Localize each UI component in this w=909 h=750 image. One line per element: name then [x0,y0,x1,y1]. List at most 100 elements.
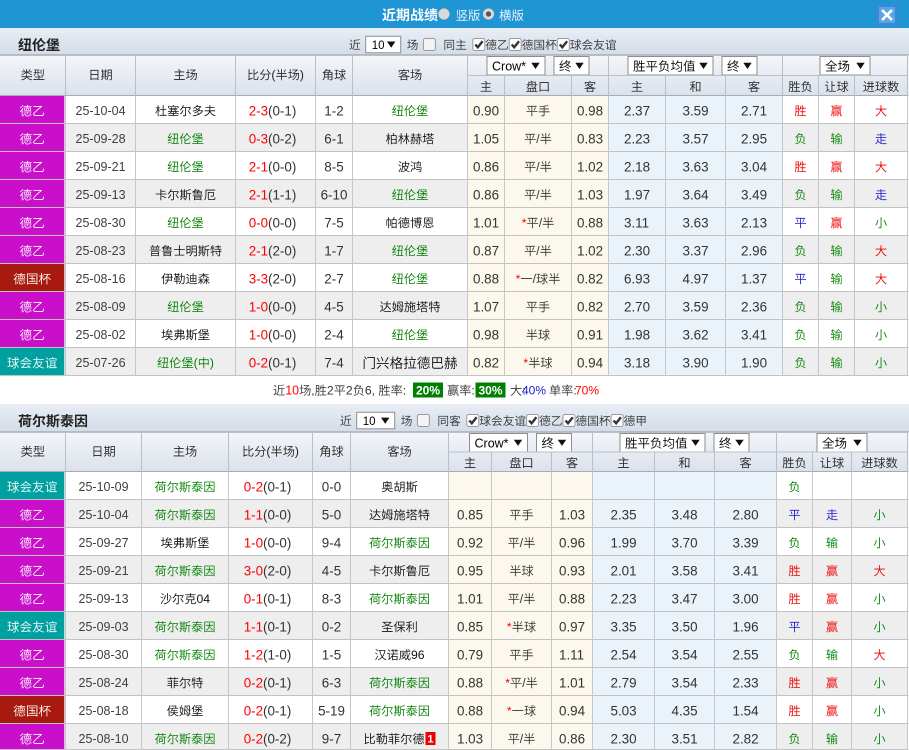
svg-text:2.30: 2.30 [611,732,637,747]
svg-text:3.41: 3.41 [733,564,759,579]
svg-text:1.01: 1.01 [559,676,585,691]
svg-text:/: / [536,160,540,174]
svg-text:(0-0): (0-0) [268,328,296,343]
svg-text:0-0: 0-0 [322,480,341,495]
svg-text:0.85: 0.85 [457,508,483,523]
svg-text:2-3: 2-3 [249,104,268,119]
svg-text:1.05: 1.05 [473,132,499,147]
svg-text:25-08-24: 25-08-24 [79,676,129,690]
svg-text:2.36: 2.36 [741,300,767,315]
svg-text:40%: 40% [522,384,546,398]
svg-text:/: / [536,188,540,202]
svg-text:1.03: 1.03 [559,508,585,523]
svg-text:3.63: 3.63 [683,160,709,175]
svg-text:2.23: 2.23 [624,132,650,147]
svg-text:10: 10 [285,384,299,398]
svg-text:3.50: 3.50 [672,620,698,635]
svg-text:2.18: 2.18 [624,160,650,175]
svg-text:1.98: 1.98 [624,328,650,343]
svg-text:20%: 20% [416,384,440,398]
svg-text:25-09-21: 25-09-21 [76,160,126,174]
svg-text:25-08-10: 25-08-10 [79,732,129,746]
svg-text:9-7: 9-7 [322,732,341,747]
svg-text:3.35: 3.35 [611,620,637,635]
svg-text:1-5: 1-5 [322,648,341,663]
svg-text:0.88: 0.88 [577,216,603,231]
svg-text:25-07-26: 25-07-26 [76,356,126,370]
svg-text:6-3: 6-3 [322,676,341,691]
svg-text:1.02: 1.02 [577,244,603,259]
svg-text:1.01: 1.01 [457,592,483,607]
svg-text:2-7: 2-7 [324,272,343,287]
svg-text:0-1: 0-1 [244,592,263,607]
svg-text:3-3: 3-3 [249,272,268,287]
svg-text:2: 2 [346,384,353,398]
svg-text:0.88: 0.88 [473,272,499,287]
svg-text:6,: 6, [365,384,375,398]
svg-text:3.58: 3.58 [672,564,698,579]
svg-text:0-2: 0-2 [249,356,268,371]
svg-text:1: 1 [427,734,433,746]
svg-text:1.99: 1.99 [611,536,637,551]
svg-text:1-1: 1-1 [244,508,263,523]
svg-text:3.70: 3.70 [672,536,698,551]
svg-text:3.59: 3.59 [683,300,709,315]
svg-text:0-2: 0-2 [244,704,263,719]
svg-text:3.64: 3.64 [683,188,710,203]
svg-text:1-2: 1-2 [324,104,343,119]
svg-text:3.04: 3.04 [741,160,768,175]
svg-text:*: * [523,356,528,370]
svg-text:): ) [300,68,304,82]
svg-text:2.95: 2.95 [741,132,767,147]
svg-text:Crow*: Crow* [475,436,509,450]
svg-text:25-08-30: 25-08-30 [76,216,126,230]
svg-text:0.88: 0.88 [559,592,585,607]
svg-text:2.70: 2.70 [624,300,650,315]
svg-text:3.51: 3.51 [672,732,698,747]
svg-text:25-09-27: 25-09-27 [79,536,129,550]
svg-text:0.94: 0.94 [559,704,586,719]
svg-text:5.03: 5.03 [611,704,637,719]
svg-text:3.49: 3.49 [741,188,767,203]
svg-text:1.03: 1.03 [457,732,483,747]
svg-text:(0-1): (0-1) [263,676,291,691]
svg-text:(2-0): (2-0) [268,272,296,287]
svg-text:25-09-13: 25-09-13 [76,188,126,202]
svg-text:*: * [507,704,512,718]
svg-text:1.90: 1.90 [741,356,767,371]
svg-text:(1-1): (1-1) [268,188,296,203]
svg-text:2-1: 2-1 [249,160,268,175]
svg-text:1.97: 1.97 [624,188,650,203]
svg-text:30%: 30% [479,384,503,398]
svg-text:0.96: 0.96 [559,536,585,551]
svg-text:1.02: 1.02 [577,160,603,175]
svg-text:0-0: 0-0 [249,216,268,231]
svg-text:96: 96 [411,648,425,662]
svg-text:1.07: 1.07 [473,300,499,315]
svg-text:0.86: 0.86 [559,732,585,747]
svg-text:0.91: 0.91 [577,328,603,343]
svg-text:0-3: 0-3 [249,132,268,147]
svg-text:2.71: 2.71 [741,104,767,119]
svg-text:1.37: 1.37 [741,272,767,287]
svg-text:(0-0): (0-0) [263,536,291,551]
svg-text:/: / [520,592,524,606]
svg-text:6-10: 6-10 [321,188,348,203]
svg-text::: : [471,384,474,398]
svg-text:0.97: 0.97 [559,620,585,635]
svg-text:(: ( [266,445,270,459]
svg-text:25-08-16: 25-08-16 [76,272,126,286]
svg-text:70%: 70% [575,384,599,398]
svg-text:0.82: 0.82 [473,356,499,371]
svg-text:3.57: 3.57 [683,132,709,147]
svg-text:3.39: 3.39 [733,536,759,551]
svg-text:25-10-04: 25-10-04 [79,508,129,522]
svg-text:2.35: 2.35 [611,508,637,523]
svg-text:3.00: 3.00 [733,592,759,607]
svg-text:2.13: 2.13 [741,216,767,231]
svg-text:2.01: 2.01 [611,564,637,579]
svg-text:8-3: 8-3 [322,592,341,607]
svg-text:(0-2): (0-2) [263,732,291,747]
svg-text:3-0: 3-0 [244,564,263,579]
svg-text:2.79: 2.79 [611,676,637,691]
